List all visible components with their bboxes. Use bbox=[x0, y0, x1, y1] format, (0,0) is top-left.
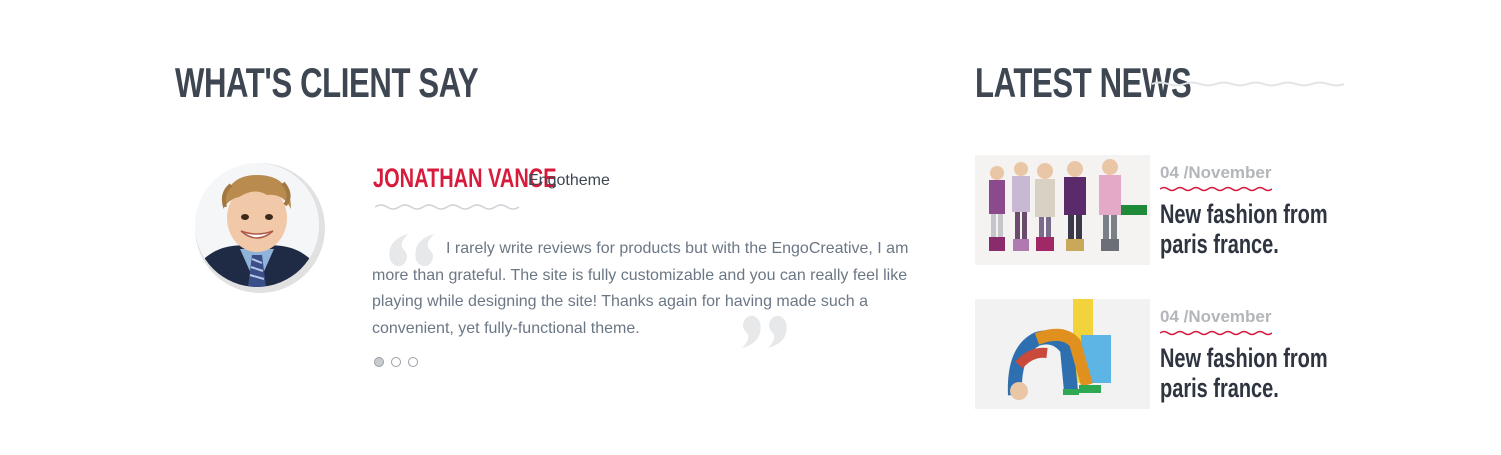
quote-close-icon bbox=[742, 315, 787, 348]
news-date: 04 /November bbox=[1160, 307, 1272, 326]
news-date: 04 /November bbox=[1160, 163, 1272, 182]
news-heading-wave bbox=[1152, 81, 1344, 87]
child-portrait-image bbox=[195, 163, 319, 287]
client-avatar bbox=[195, 163, 319, 287]
date-underline-wave bbox=[1160, 186, 1272, 192]
news-item: 04 /November New fashion from paris franc… bbox=[975, 155, 1345, 265]
pagination-dot-2[interactable] bbox=[391, 357, 401, 367]
client-company: Engotheme bbox=[528, 172, 610, 189]
news-thumbnail-kid-pose[interactable] bbox=[975, 299, 1150, 409]
news-title-link[interactable]: New fashion from paris france. bbox=[1160, 199, 1328, 259]
news-thumbnail-kids-group[interactable] bbox=[975, 155, 1150, 265]
pagination-dot-1[interactable] bbox=[374, 357, 384, 367]
pagination-dot-3[interactable] bbox=[408, 357, 418, 367]
news-title-link[interactable]: New fashion from paris france. bbox=[1160, 343, 1328, 403]
client-avatar-frame bbox=[195, 163, 325, 293]
news-item: 04 /November New fashion from paris franc… bbox=[975, 299, 1345, 409]
testimonial-pagination bbox=[374, 357, 418, 367]
date-underline-wave bbox=[1160, 330, 1272, 336]
client-quote: I rarely write reviews for products but … bbox=[372, 240, 909, 337]
testimonials-heading: WHAT'S CLIENT SAY bbox=[175, 59, 479, 106]
name-underline-wave bbox=[375, 204, 520, 210]
